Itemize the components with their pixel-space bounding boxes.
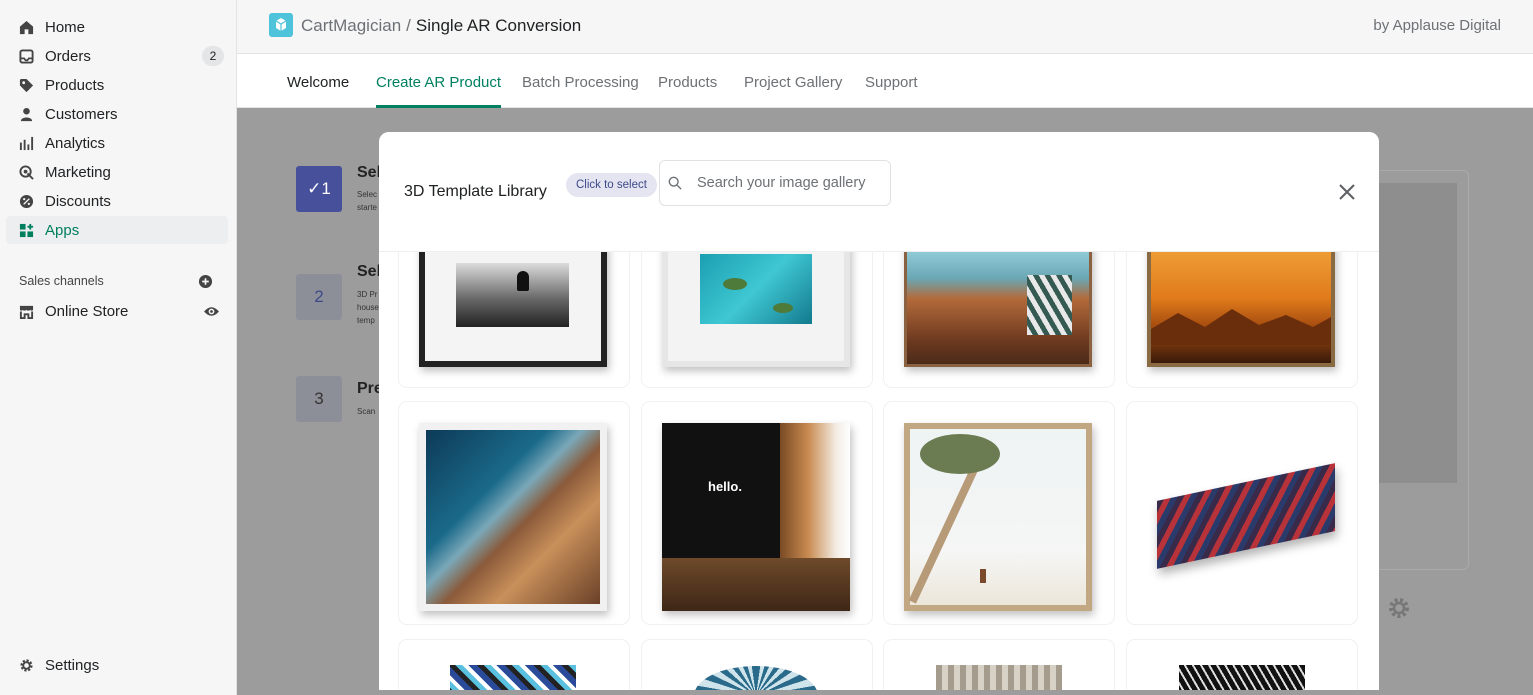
template-image [450, 665, 576, 690]
template-image [419, 242, 607, 367]
tab-batch-processing[interactable]: Batch Processing [522, 74, 639, 108]
step-number: 2 [314, 287, 324, 306]
search-icon [668, 176, 682, 190]
sidebar-item-label: Customers [45, 105, 118, 123]
tab-create-ar-product[interactable]: Create AR Product [376, 74, 502, 108]
tab-products[interactable]: Products [658, 74, 717, 108]
bar-chart-icon [18, 135, 34, 151]
sidebar-item-label: Home [45, 18, 86, 36]
template-card[interactable] [884, 402, 1114, 624]
breadcrumb: CartMagician / Single AR Conversion [301, 16, 581, 36]
template-card[interactable] [642, 640, 872, 690]
close-icon[interactable] [1337, 182, 1357, 202]
sidebar-item-orders[interactable]: Orders 2 [6, 42, 228, 70]
step-3-desc: Scan [357, 407, 376, 416]
template-image [1147, 242, 1335, 367]
template-image [936, 665, 1062, 690]
breadcrumb-separator: / [406, 16, 411, 35]
add-sales-channel-icon[interactable] [198, 274, 213, 289]
apps-icon [18, 222, 34, 238]
person-icon [18, 106, 34, 122]
template-card[interactable] [1127, 402, 1357, 624]
sidebar-item-label: Online Store [45, 302, 129, 320]
orders-count-badge: 2 [202, 46, 224, 66]
tab-welcome[interactable]: Welcome [287, 74, 349, 108]
template-card[interactable] [884, 242, 1114, 387]
sidebar-item-label: Marketing [45, 163, 111, 181]
template-card[interactable] [642, 242, 872, 387]
tag-icon [18, 77, 34, 93]
store-icon [18, 303, 34, 319]
template-image [694, 666, 818, 690]
template-image [1179, 665, 1305, 690]
template-card[interactable] [399, 402, 629, 624]
template-card[interactable] [399, 242, 629, 387]
home-icon [18, 19, 34, 35]
template-image [904, 242, 1092, 367]
hello-caption: hello. [708, 479, 742, 494]
click-to-select-badge: Click to select [566, 173, 657, 197]
tab-support[interactable]: Support [865, 74, 918, 108]
orders-icon [18, 48, 34, 64]
step-1-title: Sel [357, 164, 382, 181]
sidebar-item-label: Analytics [45, 134, 106, 152]
gear-icon [18, 657, 34, 673]
sidebar-item-analytics[interactable]: Analytics [6, 129, 228, 157]
breadcrumb-app[interactable]: CartMagician [301, 16, 401, 35]
step-2-title: Sel [357, 263, 382, 280]
step-2-badge: 2 [296, 274, 342, 320]
sidebar-item-apps[interactable]: Apps [6, 216, 228, 244]
template-card[interactable] [399, 640, 629, 690]
template-image [662, 242, 850, 367]
gear-icon[interactable] [1387, 596, 1411, 620]
step-1-desc: Selec starte [357, 190, 378, 212]
template-image [419, 423, 607, 611]
sidebar-item-marketing[interactable]: Marketing [6, 158, 228, 186]
sidebar-item-home[interactable]: Home [6, 13, 228, 41]
breadcrumb-current: Single AR Conversion [415, 16, 582, 35]
sidebar-item-label: Apps [45, 221, 80, 239]
step-2-desc: 3D Pr house temp [357, 290, 379, 325]
template-library-modal: 3D Template Library Click to select Sear… [379, 132, 1379, 690]
app-topbar: CartMagician / Single AR Conversion by App… [237, 0, 1533, 54]
sales-channels-header: Sales channels [19, 274, 104, 288]
step-number: 3 [314, 389, 324, 408]
marketing-icon [18, 164, 34, 180]
discount-icon [18, 193, 34, 209]
step-1-badge: ✓ 1 [296, 166, 342, 212]
template-card[interactable] [884, 640, 1114, 690]
tab-project-gallery[interactable]: Project Gallery [744, 74, 842, 108]
eye-icon[interactable] [203, 303, 220, 320]
search-box[interactable] [659, 160, 891, 206]
sidebar-item-label: Settings [45, 656, 100, 674]
sidebar-item-label: Products [45, 76, 105, 94]
sidebar-item-customers[interactable]: Customers [6, 100, 228, 128]
sidebar-item-online-store[interactable]: Online Store [6, 297, 228, 325]
sidebar-item-label: Orders [45, 47, 91, 65]
modal-header: 3D Template Library Click to select [379, 132, 1379, 252]
sidebar-item-products[interactable]: Products [6, 71, 228, 99]
sidebar: Home Orders 2 Products Customers Analyti… [0, 0, 237, 695]
check-icon: ✓ [307, 179, 322, 198]
step-3-badge: 3 [296, 376, 342, 422]
template-card[interactable]: hello. [642, 402, 872, 624]
sidebar-item-settings[interactable]: Settings [6, 651, 228, 679]
cartmagician-logo [269, 13, 293, 37]
template-grid: hello. [379, 242, 1379, 690]
step-number: 1 [321, 179, 331, 198]
template-image [904, 423, 1092, 611]
tab-bar: Welcome Create AR Product Batch Processi… [237, 54, 1533, 108]
sidebar-item-label: Discounts [45, 192, 111, 210]
search-input[interactable] [697, 175, 877, 191]
template-card[interactable] [1127, 242, 1357, 387]
app-developer: by Applause Digital [1373, 17, 1501, 34]
modal-title: 3D Template Library [404, 183, 547, 200]
template-image: hello. [662, 423, 850, 611]
template-image [1157, 463, 1335, 569]
sidebar-item-discounts[interactable]: Discounts [6, 187, 228, 215]
template-card[interactable] [1127, 640, 1357, 690]
